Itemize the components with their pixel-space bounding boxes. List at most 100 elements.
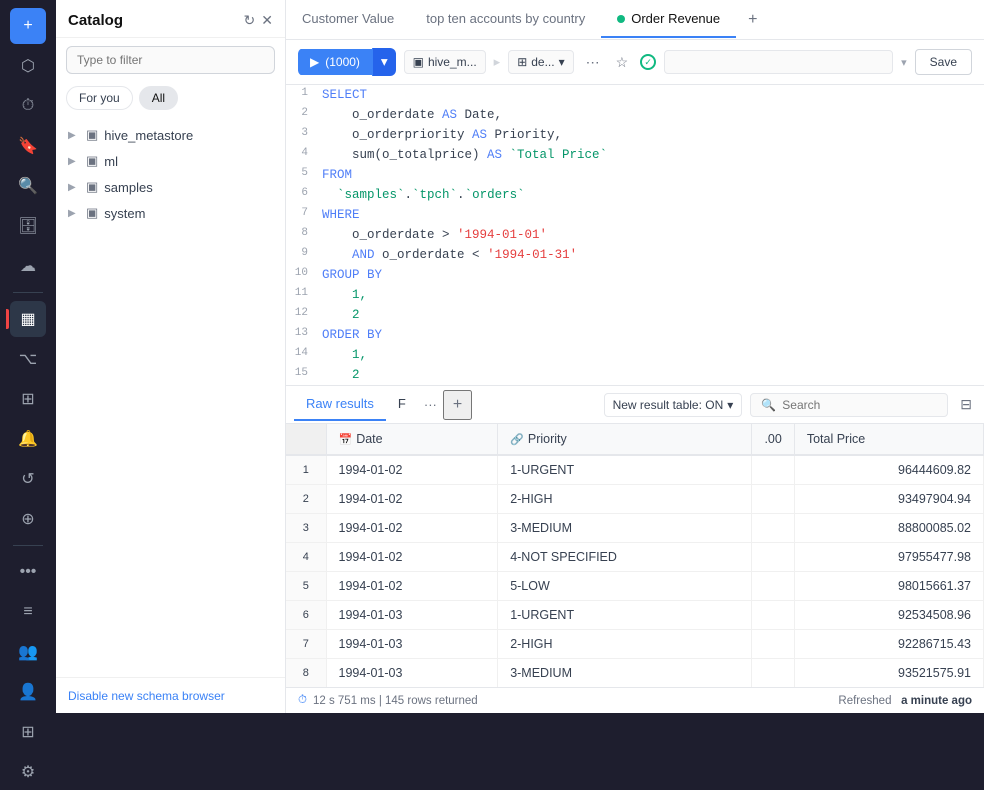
db-selector-1[interactable]: ▣ hive_m... (404, 50, 486, 74)
results-tab-raw[interactable]: Raw results (294, 388, 386, 421)
refresh-icon[interactable]: ↻ (244, 12, 256, 29)
code-line: 6 `samples`.`tpch`.`orders` (286, 185, 984, 205)
code-line: 4 sum(o_totalprice) AS `Total Price` (286, 145, 984, 165)
tree-item-hive-metastore[interactable]: ▶ ▣ hive_metastore (56, 122, 285, 148)
run-dropdown-button[interactable]: ▾ (372, 48, 396, 76)
results-search-input[interactable] (782, 398, 937, 412)
expand-arrow-system: ▶ (68, 208, 80, 219)
tree-item-system[interactable]: ▶ ▣ system (56, 200, 285, 226)
expand-arrow-samples: ▶ (68, 182, 80, 193)
date-cell: 1994-01-03 (326, 630, 498, 659)
save-button[interactable]: Save (915, 49, 972, 75)
sidebar-search-input[interactable] (66, 46, 275, 74)
disable-schema-browser-link[interactable]: Disable new schema browser (68, 689, 225, 703)
row-number-cell: 7 (286, 630, 326, 659)
empty-cell (752, 572, 794, 601)
grid-icon[interactable]: ⊞ (10, 714, 46, 750)
code-token: . (457, 188, 465, 202)
history2-icon[interactable]: ↺ (10, 461, 46, 497)
line-content: ORDER BY (318, 325, 984, 345)
sidebar-search-container (56, 38, 285, 82)
table-row: 51994-01-025-LOW98015661.37 (286, 572, 984, 601)
alert-icon[interactable]: 🔔 (10, 421, 46, 457)
dot1-icon[interactable]: ••• (10, 554, 46, 590)
users-icon[interactable]: 👥 (10, 634, 46, 670)
pipeline-icon[interactable]: ⌥ (10, 341, 46, 377)
run-button[interactable]: ▶ (1000) (298, 49, 372, 75)
tab-for-you[interactable]: For you (66, 86, 133, 110)
line-content: o_orderdate AS Date, (318, 105, 984, 125)
panel-toggle-button[interactable]: ⊟ (956, 392, 976, 417)
priority-cell: 1-URGENT (498, 601, 752, 630)
table-row: 11994-01-021-URGENT96444609.82 (286, 455, 984, 485)
tab-top-ten[interactable]: top ten accounts by country (410, 1, 601, 38)
code-line: 15 2 (286, 365, 984, 385)
more-options-icon[interactable]: ⋯ (582, 50, 604, 75)
query-icon[interactable]: ▦ (10, 301, 46, 337)
code-token: o_orderdate > (322, 228, 457, 242)
priority-cell: 2-HIGH (498, 630, 752, 659)
line-number: 5 (286, 165, 318, 185)
cloud-icon[interactable]: ☁ (10, 248, 46, 284)
results-tab-f[interactable]: F (386, 388, 418, 421)
code-line: 13ORDER BY (286, 325, 984, 345)
results-tab-more[interactable]: ··· (418, 393, 443, 416)
star-icon[interactable]: ☆ (612, 50, 633, 75)
code-token: AS (487, 148, 502, 162)
code-token (322, 248, 352, 262)
results-tab-add-button[interactable]: + (443, 390, 472, 420)
code-token: `orders` (465, 188, 525, 202)
date-cell: 1994-01-02 (326, 485, 498, 514)
list-icon[interactable]: ≡ (10, 594, 46, 630)
tree-item-ml[interactable]: ▶ ▣ ml (56, 148, 285, 174)
settings-icon[interactable]: ⚙ (10, 754, 46, 790)
line-number: 15 (286, 365, 318, 385)
dashboard-icon[interactable]: ⊞ (10, 381, 46, 417)
run-icon: ▶ (310, 55, 319, 69)
toolbar-input[interactable] (664, 50, 893, 74)
icon-bar: + ⬡ ⏱ 🔖 🔍 🗄 ☁ ▦ ⌥ ⊞ 🔔 ↺ ⊕ ••• ≡ 👥 👤 ⊞ ⚙ (0, 0, 56, 713)
tree-item-samples[interactable]: ▶ ▣ samples (56, 174, 285, 200)
code-line: 9 AND o_orderdate < '1994-01-31' (286, 245, 984, 265)
tab-order-revenue[interactable]: Order Revenue (601, 1, 736, 38)
line-content: FROM (318, 165, 984, 185)
schema-icon[interactable]: ⬡ (10, 48, 46, 84)
bookmark-icon[interactable]: 🔖 (10, 128, 46, 164)
code-token: 1, (322, 288, 367, 302)
code-token: `Total Price` (502, 148, 607, 162)
code-token: 2 (322, 368, 360, 382)
line-number: 7 (286, 205, 318, 225)
table-row: 41994-01-024-NOT SPECIFIED97955477.98 (286, 543, 984, 572)
row-number-cell: 1 (286, 455, 326, 485)
history-icon[interactable]: ⏱ (10, 88, 46, 124)
results-panel: Raw results F ··· + New result table: ON… (286, 386, 984, 713)
line-content: AND o_orderdate < '1994-01-31' (318, 245, 984, 265)
data-icon[interactable]: 🗄 (10, 208, 46, 244)
code-line: 7WHERE (286, 205, 984, 225)
person-icon[interactable]: 👤 (10, 674, 46, 710)
explore-icon[interactable]: 🔍 (10, 168, 46, 204)
close-icon[interactable]: ✕ (261, 12, 273, 29)
code-token: '1994-01-31' (487, 248, 577, 262)
sidebar-tabs: For you All (56, 82, 285, 118)
code-token: `tpch` (412, 188, 457, 202)
home-icon[interactable]: + (10, 8, 46, 44)
line-content: WHERE (318, 205, 984, 225)
status-bar-left: ⏱ 12 s 751 ms | 145 rows returned (298, 694, 478, 707)
db-selector-2[interactable]: ⊞ de... ▾ (508, 50, 573, 74)
code-editor[interactable]: 1SELECT2 o_orderdate AS Date,3 o_orderpr… (286, 85, 984, 386)
code-line: 8 o_orderdate > '1994-01-01' (286, 225, 984, 245)
db-icon-2: ⊞ (517, 55, 527, 69)
new-result-toggle[interactable]: New result table: ON ▾ (604, 393, 743, 417)
date-cell: 1994-01-03 (326, 659, 498, 688)
tab-all[interactable]: All (139, 86, 178, 110)
tag-icon[interactable]: ⊕ (10, 501, 46, 537)
tab-customer-value[interactable]: Customer Value (286, 1, 410, 38)
db-icon-system: ▣ (86, 205, 98, 221)
tab-order-revenue-label: Order Revenue (631, 11, 720, 26)
results-table: 📅Date 🔗Priority .00 Total Price 11994-01… (286, 424, 984, 687)
db-label-2: de... (531, 55, 554, 69)
status-bar: ⏱ 12 s 751 ms | 145 rows returned Refres… (286, 687, 984, 713)
tab-add-button[interactable]: + (736, 3, 769, 37)
code-token: GROUP BY (322, 268, 382, 282)
